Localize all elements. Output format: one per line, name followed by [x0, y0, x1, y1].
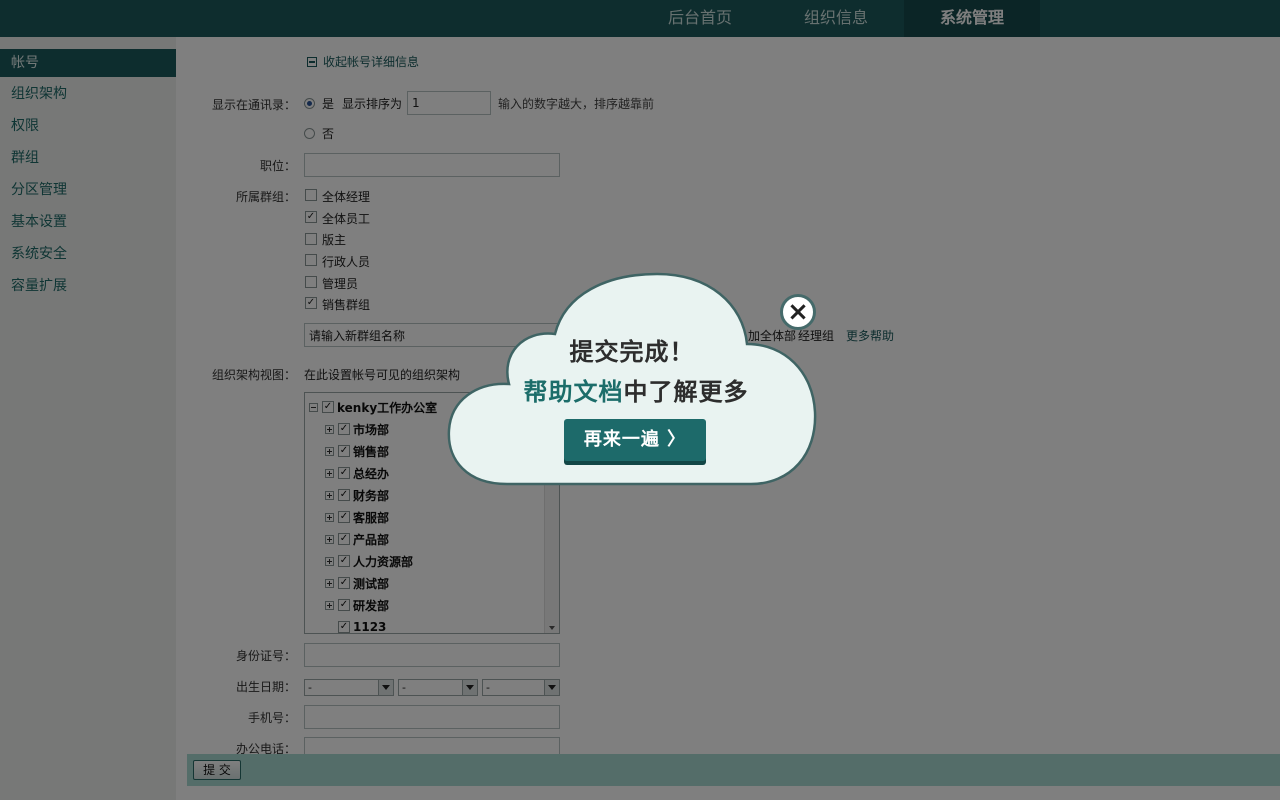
close-icon[interactable]: × [780, 294, 816, 330]
popup-subtitle-rest: 中了解更多 [623, 378, 749, 406]
popup-subtitle: 帮助文档中了解更多 [447, 372, 825, 407]
popup-title: 提交完成！ [569, 338, 695, 366]
help-docs-link[interactable]: 帮助文档 [524, 378, 624, 406]
retry-button[interactable]: 再来一遍 〉 [564, 419, 706, 461]
success-popup: 提交完成！ 帮助文档中了解更多 再来一遍 〉 × [447, 272, 817, 487]
